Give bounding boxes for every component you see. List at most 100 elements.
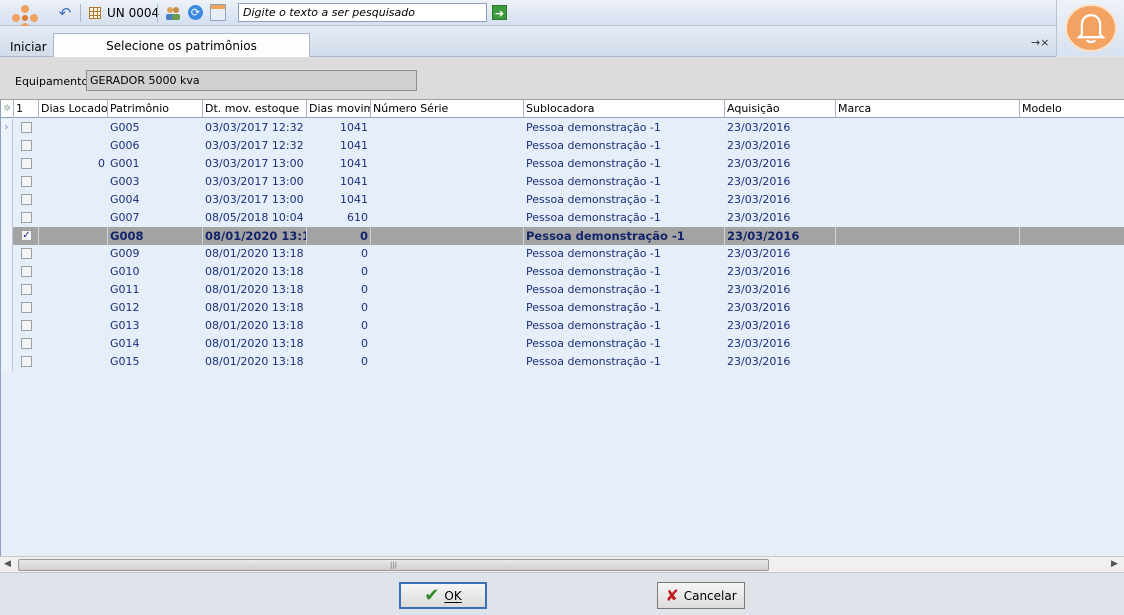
- cell-sublocadora: Pessoa demonstração -1: [526, 229, 685, 243]
- cell-sublocadora: Pessoa demonstração -1: [526, 175, 661, 188]
- undo-icon[interactable]: ↶: [56, 4, 74, 22]
- cell-patrimonio: G012: [110, 301, 140, 314]
- scroll-right-icon[interactable]: ▶: [1111, 559, 1118, 569]
- cell-marca: [838, 227, 1019, 245]
- cell-modelo: [1022, 245, 1122, 263]
- row-indicator[interactable]: [1, 209, 13, 227]
- cell-dias-movim: 0: [361, 337, 368, 350]
- row-indicator[interactable]: [1, 263, 13, 281]
- row-checkbox[interactable]: [21, 302, 32, 313]
- row-indicator[interactable]: [1, 137, 13, 155]
- row-indicator[interactable]: [1, 299, 13, 317]
- row-checkbox[interactable]: [21, 176, 32, 187]
- filter-panel: Equipamento GERADOR 5000 kva: [0, 57, 1124, 100]
- row-checkbox[interactable]: [21, 320, 32, 331]
- table-row[interactable]: G015 08/01/2020 13:18 0 Pessoa demonstração…: [1, 353, 1124, 371]
- cell-dt-mov-estoque: 08/01/2020 13:18: [205, 247, 304, 260]
- close-tab-icon[interactable]: →×: [1031, 36, 1049, 49]
- cell-sublocadora: Pessoa demonstração -1: [526, 211, 661, 224]
- cell-patrimonio: G009: [110, 247, 140, 260]
- row-indicator[interactable]: [1, 335, 13, 353]
- row-checkbox[interactable]: [21, 122, 32, 133]
- row-indicator[interactable]: [1, 227, 13, 245]
- row-indicator[interactable]: [1, 191, 13, 209]
- column-header-dt-mov-estoque[interactable]: Dt. mov. estoque: [202, 100, 306, 118]
- row-checkbox[interactable]: [21, 248, 32, 259]
- column-header-marca[interactable]: Marca: [835, 100, 1019, 118]
- column-header-aquisicao[interactable]: Aquisição: [724, 100, 835, 118]
- cell-numero-serie: [373, 353, 523, 371]
- cell-dias-locados: [38, 299, 105, 317]
- refresh-icon[interactable]: ⟳: [188, 5, 203, 20]
- calendar-icon[interactable]: [210, 4, 226, 21]
- table-row[interactable]: ✓ G008 08/01/2020 13:18 0 Pessoa demonstraçã…: [1, 227, 1124, 245]
- cell-modelo: [1022, 317, 1122, 335]
- cell-modelo: [1022, 191, 1122, 209]
- column-header-dias-movim[interactable]: Dias movim.: [306, 100, 370, 118]
- scrollbar-thumb[interactable]: |||: [18, 559, 769, 571]
- table-row[interactable]: › G005 03/03/2017 12:32 1041 Pessoa demonstr…: [1, 119, 1124, 137]
- row-checkbox[interactable]: [21, 356, 32, 367]
- cell-aquisicao: 23/03/2016: [727, 211, 791, 224]
- row-pointer-icon[interactable]: ›: [1, 119, 13, 137]
- equipment-field[interactable]: GERADOR 5000 kva: [86, 70, 417, 91]
- table-row[interactable]: G003 03/03/2017 13:00 1041 Pessoa demonstra…: [1, 173, 1124, 191]
- row-indicator[interactable]: [1, 281, 13, 299]
- row-checkbox[interactable]: [21, 338, 32, 349]
- table-row[interactable]: G004 03/03/2017 13:00 1041 Pessoa demonstra…: [1, 191, 1124, 209]
- table-row[interactable]: G011 08/01/2020 13:18 0 Pessoa demonstração…: [1, 281, 1124, 299]
- table-row[interactable]: G013 08/01/2020 13:18 0 Pessoa demonstração…: [1, 317, 1124, 335]
- cell-dias-locados: 0: [98, 157, 105, 170]
- row-indicator[interactable]: [1, 173, 13, 191]
- table-row[interactable]: G012 08/01/2020 13:18 0 Pessoa demonstração…: [1, 299, 1124, 317]
- table-row[interactable]: G014 08/01/2020 13:18 0 Pessoa demonstração…: [1, 335, 1124, 353]
- column-header-patrimonio[interactable]: Patrimônio: [107, 100, 202, 118]
- grid-icon[interactable]: [89, 7, 101, 19]
- row-indicator[interactable]: [1, 245, 13, 263]
- search-go-icon[interactable]: ➔: [492, 5, 507, 20]
- tab-start[interactable]: Iniciar: [10, 40, 47, 54]
- row-checkbox[interactable]: [21, 194, 32, 205]
- unit-label[interactable]: UN 0004: [107, 6, 159, 20]
- table-row[interactable]: G010 08/01/2020 13:18 0 Pessoa demonstração…: [1, 263, 1124, 281]
- cell-dt-mov-estoque: 08/01/2020 13:18: [205, 337, 304, 350]
- row-checkbox[interactable]: [21, 266, 32, 277]
- row-indicator[interactable]: [1, 353, 13, 371]
- row-checkbox[interactable]: [21, 284, 32, 295]
- table-row[interactable]: 0 G001 03/03/2017 13:00 1041 Pessoa demonstr…: [1, 155, 1124, 173]
- column-header-sublocadora[interactable]: Sublocadora: [523, 100, 724, 118]
- cancel-button[interactable]: ✘ Cancelar: [657, 582, 745, 609]
- column-header-check[interactable]: 1: [13, 100, 38, 118]
- cell-numero-serie: [373, 281, 523, 299]
- cell-dias-movim: 0: [361, 319, 368, 332]
- search-input[interactable]: [238, 3, 487, 22]
- row-checkbox[interactable]: [21, 212, 32, 223]
- cell-modelo: [1022, 119, 1122, 137]
- cell-sublocadora: Pessoa demonstração -1: [526, 355, 661, 368]
- column-header-dias-locados[interactable]: Dias Locados: [38, 100, 107, 118]
- ok-button[interactable]: ✔ OK: [399, 582, 487, 609]
- header-settings-icon[interactable]: ✲: [1, 100, 13, 118]
- cell-modelo: [1022, 137, 1122, 155]
- row-checkbox[interactable]: [21, 158, 32, 169]
- table-row[interactable]: G007 08/05/2018 10:04 610 Pessoa demonstraç…: [1, 209, 1124, 227]
- table-row[interactable]: G006 03/03/2017 12:32 1041 Pessoa demonstra…: [1, 137, 1124, 155]
- column-header-modelo[interactable]: Modelo: [1019, 100, 1124, 118]
- row-checkbox[interactable]: ✓: [21, 230, 32, 241]
- column-header-numero-serie[interactable]: Número Série: [370, 100, 523, 118]
- notification-bell-icon[interactable]: [1065, 4, 1117, 52]
- scroll-left-icon[interactable]: ◀: [4, 559, 11, 569]
- cell-marca: [838, 317, 1019, 335]
- horizontal-scrollbar[interactable]: ◀ ||| ▶: [0, 556, 1124, 573]
- tab-select-assets[interactable]: Selecione os patrimônios: [53, 33, 310, 57]
- cell-dt-mov-estoque: 03/03/2017 13:00: [205, 175, 304, 188]
- cell-dias-movim: 1041: [340, 193, 368, 206]
- row-indicator[interactable]: [1, 317, 13, 335]
- cell-dt-mov-estoque: 08/05/2018 10:04: [205, 211, 304, 224]
- cell-dias-locados: [38, 137, 105, 155]
- table-row[interactable]: G009 08/01/2020 13:18 0 Pessoa demonstração…: [1, 245, 1124, 263]
- cell-dias-locados: [38, 173, 105, 191]
- row-checkbox[interactable]: [21, 140, 32, 151]
- row-indicator[interactable]: [1, 155, 13, 173]
- users-icon[interactable]: [164, 5, 182, 21]
